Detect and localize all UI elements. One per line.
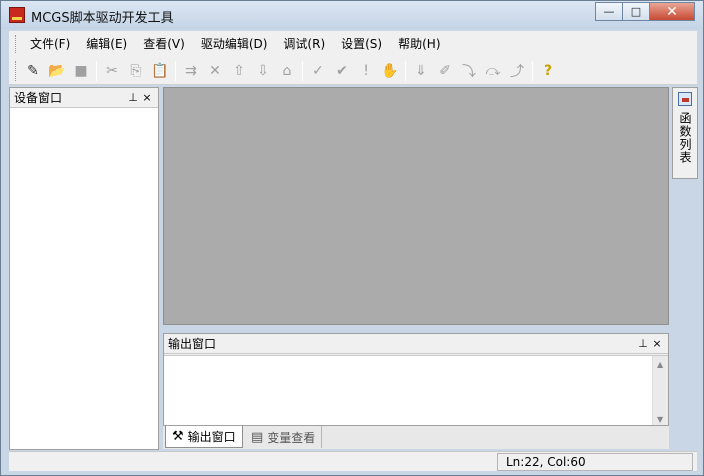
delete-icon[interactable]: ✕ [203, 60, 227, 82]
menu-edit[interactable]: 编辑(E) [78, 33, 135, 55]
menu-help[interactable]: 帮助(H) [390, 33, 448, 55]
toolbar-separator [302, 60, 303, 81]
tab-variable-watch[interactable]: ▤ 变量查看 [245, 426, 323, 448]
scroll-up-icon[interactable]: ▲ [657, 360, 663, 369]
main-window: MCGS脚本驱动开发工具 — □ ✕ 文件(F) 编辑(E) 查看(V) 驱动编… [0, 0, 704, 476]
menu-driver-edit[interactable]: 驱动编辑(D) [193, 33, 276, 55]
menu-view[interactable]: 查看(V) [135, 33, 193, 55]
output-panel-title: 输出窗口 [168, 337, 217, 351]
new-file-icon[interactable]: ✎ [21, 60, 45, 82]
cursor-position: Ln:22, Col:60 [497, 453, 693, 471]
output-panel-header: 输出窗口 ⊥ × [164, 334, 668, 354]
hand-icon[interactable]: ✋ [378, 60, 402, 82]
alert-icon[interactable]: ! [354, 60, 378, 82]
paste-icon[interactable]: 📋 [148, 60, 172, 82]
title-bar[interactable]: MCGS脚本驱动开发工具 — □ ✕ [1, 1, 703, 29]
step-icon[interactable]: ⇓ [409, 60, 433, 82]
device-tree[interactable] [10, 109, 158, 449]
toolbar: ✎ 📂 ■ ✂ ⎘ 📋 ⇉ ✕ ⇧ ⇩ ⌂ ✓ ✔ ! ✋ ⇓ ✐ ⤵ ⤼ ⤴ … [9, 57, 697, 85]
step-over-icon[interactable]: ⤼ [481, 60, 505, 82]
window-title: MCGS脚本驱动开发工具 [31, 11, 174, 26]
save-icon[interactable]: ■ [69, 60, 93, 82]
menu-debug[interactable]: 调试(R) [275, 33, 333, 55]
toolbar-separator [405, 60, 406, 81]
window-controls: — □ ✕ [595, 2, 695, 21]
toolbar-separator [532, 60, 533, 81]
close-icon[interactable]: × [140, 91, 154, 104]
status-bar: Ln:22, Col:60 [9, 451, 697, 471]
pin-icon[interactable]: ⊥ [126, 91, 140, 104]
properties-icon[interactable]: ⌂ [275, 60, 299, 82]
close-button[interactable]: ✕ [649, 2, 695, 21]
scroll-down-icon[interactable]: ▼ [657, 415, 663, 424]
maximize-button[interactable]: □ [622, 2, 649, 21]
step-out-icon[interactable]: ⤴ [505, 60, 529, 82]
document-icon: ▤ [251, 429, 264, 445]
device-panel: 设备窗口 ⊥ × [9, 87, 159, 450]
tab-label: 变量查看 [267, 430, 316, 445]
pin-icon[interactable]: ⊥ [636, 337, 650, 350]
function-list-tab[interactable]: 函数列表 [672, 87, 698, 179]
device-panel-title: 设备窗口 [14, 91, 63, 105]
device-panel-header: 设备窗口 ⊥ × [10, 88, 158, 108]
tools-icon: ⚒ [172, 429, 184, 444]
menu-bar: 文件(F) 编辑(E) 查看(V) 驱动编辑(D) 调试(R) 设置(S) 帮助… [9, 31, 697, 57]
app-logo-icon [9, 7, 25, 23]
toolbar-grip[interactable] [15, 60, 18, 81]
move-up-icon[interactable]: ⇧ [227, 60, 251, 82]
open-folder-icon[interactable]: 📂 [45, 60, 69, 82]
output-tabs: ⚒ 输出窗口 ▤ 变量查看 [163, 425, 669, 449]
cut-icon[interactable]: ✂ [100, 60, 124, 82]
toolbar-separator [175, 60, 176, 81]
add-item-icon[interactable]: ⇉ [179, 60, 203, 82]
output-text-area[interactable]: ▲ ▼ ◀ ▶ [164, 355, 668, 445]
check-icon[interactable]: ✓ [306, 60, 330, 82]
toolbar-separator [96, 60, 97, 81]
move-down-icon[interactable]: ⇩ [251, 60, 275, 82]
help-icon[interactable]: ? [536, 60, 560, 82]
function-list-icon [678, 92, 692, 106]
output-vertical-scrollbar[interactable]: ▲ ▼ [652, 356, 668, 428]
function-list-label: 函数列表 [678, 112, 692, 164]
step-into-icon[interactable]: ⤵ [457, 60, 481, 82]
minimize-button[interactable]: — [595, 2, 622, 21]
close-icon[interactable]: × [650, 337, 664, 350]
edit-icon[interactable]: ✐ [433, 60, 457, 82]
editor-workspace[interactable] [163, 87, 669, 325]
menubar-grip[interactable] [15, 35, 18, 53]
menu-settings[interactable]: 设置(S) [333, 33, 390, 55]
copy-icon[interactable]: ⎘ [124, 60, 148, 82]
tab-label: 输出窗口 [187, 430, 236, 444]
menu-file[interactable]: 文件(F) [22, 33, 78, 55]
check-all-icon[interactable]: ✔ [330, 60, 354, 82]
tab-output-window[interactable]: ⚒ 输出窗口 [165, 426, 243, 448]
